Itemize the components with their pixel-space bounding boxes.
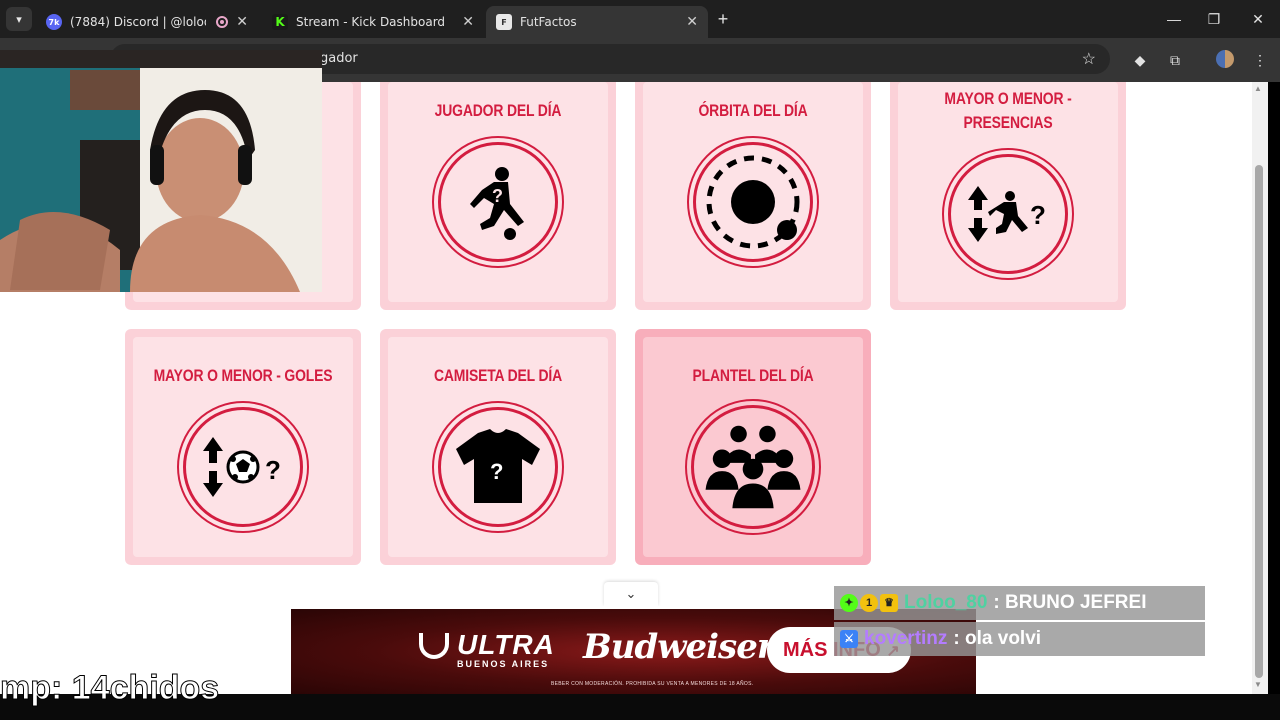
card-title-line2: PRESENCIAS	[963, 113, 1053, 132]
tab-title: Stream - Kick Dashboard	[296, 15, 446, 29]
game-card-camiseta-del-dia[interactable]: CAMISETA DEL DÍA ?	[380, 329, 616, 565]
squad-icon	[685, 399, 821, 535]
profile-avatar-icon[interactable]	[1216, 50, 1234, 68]
chat-message: ✦ 1 ♛ Loloo_80 : BRUNO JEFREI	[834, 586, 1205, 620]
window-close-icon[interactable]: ✕	[1248, 9, 1268, 29]
ultra-logo: ULTRA BUENOS AIRES	[419, 629, 555, 669]
chat-username: Loloo_80	[904, 592, 988, 613]
tab-kick[interactable]: K Stream - Kick Dashboard ✕	[262, 6, 484, 38]
ad-brand-ultra-sub: BUENOS AIRES	[457, 659, 550, 669]
card-title: CAMISETA DEL DÍA	[433, 366, 562, 385]
game-card-orbita-del-dia[interactable]: ÓRBITA DEL DÍA	[635, 82, 871, 310]
tab-search-button[interactable]: ▾	[6, 7, 32, 31]
game-card-mayor-menor-presencias[interactable]: MAYOR O MENOR - PRESENCIAS ?	[890, 82, 1126, 310]
kick-icon: K	[272, 14, 288, 30]
svg-text:?: ?	[492, 186, 503, 206]
address-text: gador	[320, 51, 358, 66]
chat-text: : ola volvi	[953, 628, 1042, 649]
shirt-question-icon: ?	[432, 401, 564, 533]
close-tab-icon[interactable]: ✕	[462, 14, 474, 30]
scroll-up-arrow-icon[interactable]: ▲	[1254, 84, 1262, 93]
futfactos-icon: F	[496, 14, 512, 30]
scrollbar-thumb[interactable]	[1255, 165, 1263, 678]
updown-ball-icon: ?	[177, 401, 309, 533]
svg-text:?: ?	[490, 459, 503, 484]
card-title: PLANTEL DEL DÍA	[692, 366, 814, 385]
discord-icon: 7k	[46, 14, 62, 30]
tab-title: FutFactos	[520, 15, 577, 29]
webcam-overlay	[0, 50, 322, 292]
ad-brand-budweiser: Budweiser	[583, 627, 775, 667]
updown-player-icon: ?	[942, 148, 1074, 280]
card-title: JUGADOR DEL DÍA	[434, 101, 562, 120]
card-title: MAYOR O MENOR - GOLES	[153, 366, 333, 385]
ad-collapse-button[interactable]: ⌄	[604, 582, 658, 606]
svg-text:?: ?	[1030, 200, 1046, 230]
moderator-badge-icon: ⚔	[840, 630, 858, 648]
player-question-icon: ?	[432, 136, 564, 268]
webcam-feed	[0, 50, 322, 292]
scroll-down-arrow-icon[interactable]: ▼	[1254, 680, 1262, 689]
tab-bar: ▾ 7k (7884) Discord | @loloo ✕ K Stream …	[0, 0, 1280, 38]
ad-disclaimer: BEBER CON MODERACIÓN. PROHIBIDA SU VENTA…	[551, 681, 754, 687]
ad-brand-ultra: ULTRA	[457, 629, 555, 660]
restore-icon[interactable]: ❐	[1204, 9, 1224, 29]
recording-icon	[216, 16, 229, 28]
card-title-line1: MAYOR O MENOR -	[944, 89, 1072, 108]
close-tab-icon[interactable]: ✕	[236, 14, 248, 30]
svg-text:?: ?	[265, 455, 281, 485]
bookmark-star-icon[interactable]: ☆	[1082, 49, 1096, 69]
game-card-plantel-del-dia[interactable]: PLANTEL DEL DÍA	[635, 329, 871, 565]
new-tab-button[interactable]: +	[714, 9, 732, 29]
close-tab-icon[interactable]: ✕	[686, 14, 698, 30]
tab-futfactos[interactable]: F FutFactos ✕	[486, 6, 708, 38]
chat-username: kovertinz	[864, 628, 948, 649]
tab-discord[interactable]: 7k (7884) Discord | @loloo ✕	[36, 6, 258, 38]
card-title: ÓRBITA DEL DÍA	[698, 101, 808, 120]
chat-message: ⚔ kovertinz : ola volvi	[834, 622, 1205, 656]
extensions-puzzle-icon[interactable]: ⧉	[1165, 50, 1185, 70]
orbit-icon	[687, 136, 819, 268]
minimize-icon[interactable]: —	[1164, 9, 1184, 29]
game-card-mayor-menor-goles[interactable]: MAYOR O MENOR - GOLES ?	[125, 329, 361, 565]
extension-diamond-icon[interactable]: ◆	[1130, 50, 1150, 70]
sub-badge-icon: 1	[860, 594, 878, 612]
chat-text: : BRUNO JEFREI	[993, 592, 1147, 613]
stream-overlay-text: mp: 14chidos	[0, 669, 220, 708]
vip-badge-icon: ✦	[840, 594, 858, 612]
crown-badge-icon: ♛	[880, 594, 898, 612]
tab-title: (7884) Discord | @loloo	[70, 15, 207, 29]
ultra-u-icon	[419, 633, 449, 659]
game-card-jugador-del-dia[interactable]: JUGADOR DEL DÍA ?	[380, 82, 616, 310]
browser-menu-icon[interactable]: ⋮	[1250, 50, 1270, 70]
